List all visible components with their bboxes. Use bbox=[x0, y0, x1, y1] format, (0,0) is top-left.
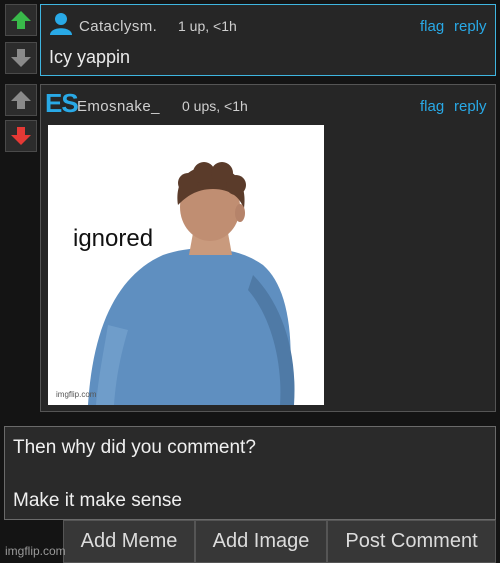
meme-caption: ignored bbox=[73, 225, 154, 252]
comment-actions: Add Meme Add Image Post Comment bbox=[63, 520, 496, 563]
user-avatar-icon[interactable] bbox=[49, 11, 73, 35]
comment-meta: 0 ups, <1h bbox=[182, 98, 248, 114]
arrow-up-icon bbox=[11, 11, 31, 29]
man-back-image bbox=[88, 162, 295, 405]
comment-text: Icy yappin bbox=[49, 47, 131, 67]
comment-username[interactable]: Emosnake_ bbox=[77, 98, 160, 115]
add-image-button[interactable]: Add Image bbox=[195, 520, 327, 563]
downvote-button[interactable] bbox=[5, 42, 37, 74]
arrow-up-icon bbox=[11, 91, 31, 109]
comment-1: Cataclysm. 1 up, <1h flag reply Icy yapp… bbox=[40, 4, 496, 76]
meme-image[interactable]: ignored imgflip.com bbox=[48, 125, 324, 405]
imgflip-watermark: imgflip.com bbox=[5, 544, 66, 558]
arrow-down-icon bbox=[11, 127, 31, 145]
reply-text-line-2: Make it make sense bbox=[13, 490, 182, 511]
user-avatar[interactable]: ES bbox=[45, 89, 79, 117]
upvote-button[interactable] bbox=[5, 84, 37, 116]
reply-text-line-1: Then why did you comment? bbox=[13, 437, 256, 458]
flag-link[interactable]: flag bbox=[420, 18, 444, 35]
comment-2: ES Emosnake_ 0 ups, <1h flag reply ignor… bbox=[40, 84, 496, 412]
upvote-button[interactable] bbox=[5, 4, 37, 36]
arrow-down-icon bbox=[11, 49, 31, 67]
comment-username[interactable]: Cataclysm. bbox=[79, 18, 157, 35]
reply-link[interactable]: reply bbox=[454, 18, 487, 35]
downvote-button[interactable] bbox=[5, 120, 37, 152]
add-meme-button[interactable]: Add Meme bbox=[63, 520, 195, 563]
meme-watermark: imgflip.com bbox=[56, 390, 97, 399]
comment-meta: 1 up, <1h bbox=[178, 18, 237, 34]
reply-link[interactable]: reply bbox=[454, 98, 487, 115]
post-comment-button[interactable]: Post Comment bbox=[327, 520, 496, 563]
flag-link[interactable]: flag bbox=[420, 98, 444, 115]
reply-textarea[interactable]: Then why did you comment? Make it make s… bbox=[4, 426, 496, 520]
